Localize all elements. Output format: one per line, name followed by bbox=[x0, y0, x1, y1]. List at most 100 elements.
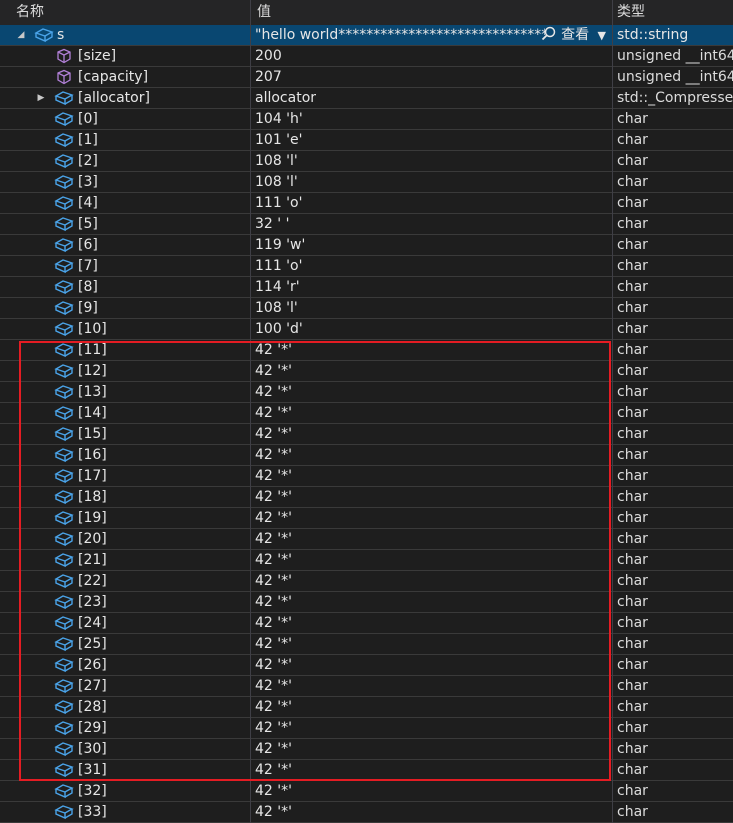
object-icon bbox=[54, 238, 74, 253]
value-cell[interactable]: 111 'o' bbox=[255, 193, 610, 213]
value-cell[interactable]: 42 '*' bbox=[255, 634, 610, 654]
member-name: [3] bbox=[78, 174, 98, 190]
column-divider bbox=[612, 802, 613, 823]
value-cell[interactable]: 42 '*' bbox=[255, 718, 610, 738]
column-resize-handle[interactable] bbox=[612, 0, 613, 25]
column-resize-handle[interactable] bbox=[250, 0, 251, 25]
value-cell[interactable]: 100 'd' bbox=[255, 319, 610, 339]
name-cell: [22] bbox=[0, 571, 250, 591]
watch-row[interactable]: [16] 42 '*' char bbox=[0, 445, 733, 466]
watch-row[interactable]: [26] 42 '*' char bbox=[0, 655, 733, 676]
watch-row[interactable]: [29] 42 '*' char bbox=[0, 718, 733, 739]
value-cell[interactable]: 32 ' ' bbox=[255, 214, 610, 234]
member-name: [16] bbox=[78, 447, 107, 463]
watch-row[interactable]: [17] 42 '*' char bbox=[0, 466, 733, 487]
value-cell[interactable]: 200 bbox=[255, 46, 610, 66]
watch-row[interactable]: [19] 42 '*' char bbox=[0, 508, 733, 529]
watch-row[interactable]: [5] 32 ' ' char bbox=[0, 214, 733, 235]
watch-row-root[interactable]: ◢ s "hello world************************… bbox=[0, 25, 733, 46]
value-cell[interactable]: 42 '*' bbox=[255, 424, 610, 444]
value-cell[interactable]: "hello world****************************… bbox=[255, 25, 545, 45]
name-cell: [30] bbox=[0, 739, 250, 759]
value-cell[interactable]: 42 '*' bbox=[255, 760, 610, 780]
value-cell[interactable]: 42 '*' bbox=[255, 550, 610, 570]
watch-row[interactable]: [2] 108 'l' char bbox=[0, 151, 733, 172]
value-cell[interactable]: 104 'h' bbox=[255, 109, 610, 129]
value-cell[interactable]: 42 '*' bbox=[255, 382, 610, 402]
value-cell[interactable]: 42 '*' bbox=[255, 613, 610, 633]
watch-row[interactable]: [8] 114 'r' char bbox=[0, 277, 733, 298]
watch-row[interactable]: [13] 42 '*' char bbox=[0, 382, 733, 403]
type-cell: char bbox=[617, 657, 648, 673]
column-header-type[interactable]: 类型 bbox=[617, 0, 645, 25]
value-cell[interactable]: 42 '*' bbox=[255, 592, 610, 612]
watch-row[interactable]: [3] 108 'l' char bbox=[0, 172, 733, 193]
column-divider bbox=[612, 256, 613, 277]
dropdown-arrow-icon[interactable]: ▼ bbox=[598, 29, 606, 42]
collapse-arrow-icon[interactable]: ◢ bbox=[16, 25, 26, 45]
watch-row[interactable]: [25] 42 '*' char bbox=[0, 634, 733, 655]
column-header-name[interactable]: 名称 bbox=[16, 0, 44, 25]
type-cell: char bbox=[617, 195, 648, 211]
watch-row[interactable]: [18] 42 '*' char bbox=[0, 487, 733, 508]
watch-row[interactable]: [24] 42 '*' char bbox=[0, 613, 733, 634]
watch-row[interactable]: [12] 42 '*' char bbox=[0, 361, 733, 382]
value-cell[interactable]: 42 '*' bbox=[255, 361, 610, 381]
value-cell[interactable]: 42 '*' bbox=[255, 781, 610, 801]
text-visualizer-button[interactable]: 查看 ▼ bbox=[541, 25, 606, 45]
value-cell[interactable]: 42 '*' bbox=[255, 655, 610, 675]
value-cell[interactable]: 114 'r' bbox=[255, 277, 610, 297]
watch-row[interactable]: [21] 42 '*' char bbox=[0, 550, 733, 571]
watch-rows: ◢ s "hello world************************… bbox=[0, 25, 733, 823]
value-cell[interactable]: 42 '*' bbox=[255, 445, 610, 465]
watch-row[interactable]: ▶ [allocator] allocator std::_Compresse... bbox=[0, 88, 733, 109]
watch-row[interactable]: [0] 104 'h' char bbox=[0, 109, 733, 130]
watch-row[interactable]: [33] 42 '*' char bbox=[0, 802, 733, 823]
watch-row[interactable]: [4] 111 'o' char bbox=[0, 193, 733, 214]
value-cell[interactable]: 42 '*' bbox=[255, 529, 610, 549]
watch-row[interactable]: [11] 42 '*' char bbox=[0, 340, 733, 361]
type-cell: char bbox=[617, 258, 648, 274]
watch-row[interactable]: [9] 108 'l' char bbox=[0, 298, 733, 319]
watch-row[interactable]: [6] 119 'w' char bbox=[0, 235, 733, 256]
watch-row[interactable]: [1] 101 'e' char bbox=[0, 130, 733, 151]
value-cell[interactable]: 108 'l' bbox=[255, 298, 610, 318]
value-cell[interactable]: 207 bbox=[255, 67, 610, 87]
value-cell[interactable]: 111 'o' bbox=[255, 256, 610, 276]
watch-row[interactable]: [30] 42 '*' char bbox=[0, 739, 733, 760]
expand-arrow-icon[interactable]: ▶ bbox=[36, 88, 46, 108]
member-name: [33] bbox=[78, 804, 107, 820]
value-cell[interactable]: 101 'e' bbox=[255, 130, 610, 150]
watch-row[interactable]: [14] 42 '*' char bbox=[0, 403, 733, 424]
value-cell[interactable]: 42 '*' bbox=[255, 571, 610, 591]
value-cell[interactable]: 42 '*' bbox=[255, 802, 610, 822]
value-cell[interactable]: 42 '*' bbox=[255, 739, 610, 759]
watch-row[interactable]: [27] 42 '*' char bbox=[0, 676, 733, 697]
value-cell[interactable]: 42 '*' bbox=[255, 403, 610, 423]
watch-row[interactable]: [20] 42 '*' char bbox=[0, 529, 733, 550]
value-cell[interactable]: 42 '*' bbox=[255, 508, 610, 528]
watch-row[interactable]: [7] 111 'o' char bbox=[0, 256, 733, 277]
watch-row[interactable]: [28] 42 '*' char bbox=[0, 697, 733, 718]
value-cell[interactable]: 119 'w' bbox=[255, 235, 610, 255]
watch-row[interactable]: [10] 100 'd' char bbox=[0, 319, 733, 340]
watch-row[interactable]: [23] 42 '*' char bbox=[0, 592, 733, 613]
column-divider bbox=[250, 277, 251, 298]
watch-row[interactable]: [capacity] 207 unsigned __int64 bbox=[0, 67, 733, 88]
value-cell[interactable]: 42 '*' bbox=[255, 676, 610, 696]
watch-row[interactable]: [size] 200 unsigned __int64 bbox=[0, 46, 733, 67]
value-cell[interactable]: 42 '*' bbox=[255, 487, 610, 507]
watch-row[interactable]: [15] 42 '*' char bbox=[0, 424, 733, 445]
value-cell[interactable]: 42 '*' bbox=[255, 697, 610, 717]
watch-row[interactable]: [31] 42 '*' char bbox=[0, 760, 733, 781]
watch-row[interactable]: [32] 42 '*' char bbox=[0, 781, 733, 802]
value-cell[interactable]: 108 'l' bbox=[255, 172, 610, 192]
member-name: [19] bbox=[78, 510, 107, 526]
value-cell[interactable]: 42 '*' bbox=[255, 466, 610, 486]
value-cell[interactable]: 108 'l' bbox=[255, 151, 610, 171]
value-cell[interactable]: allocator bbox=[255, 88, 610, 108]
column-header-value[interactable]: 值 bbox=[257, 0, 271, 25]
value-cell[interactable]: 42 '*' bbox=[255, 340, 610, 360]
column-divider bbox=[250, 172, 251, 193]
watch-row[interactable]: [22] 42 '*' char bbox=[0, 571, 733, 592]
